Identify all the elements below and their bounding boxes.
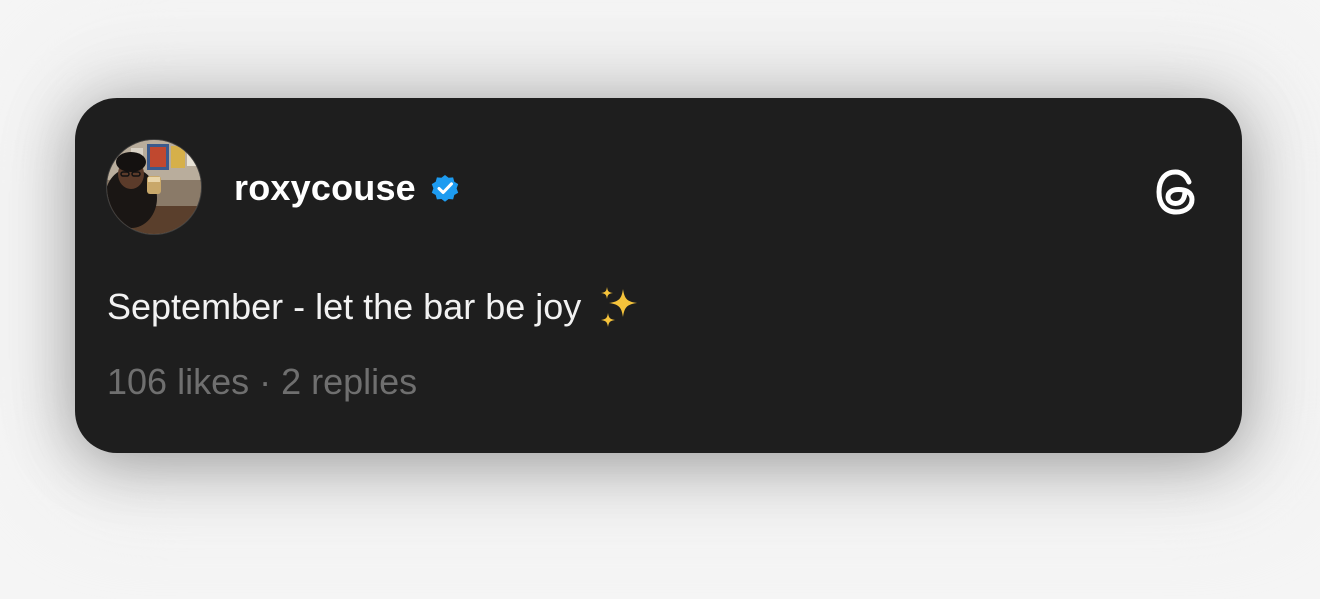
threads-logo-icon[interactable]: [1148, 163, 1206, 221]
embed-stage: roxycouse September - let the bar be joy: [0, 0, 1320, 599]
username-row: roxycouse: [234, 166, 461, 210]
post-text: September - let the bar be joy: [107, 283, 643, 331]
avatar[interactable]: [107, 140, 201, 234]
username[interactable]: roxycouse: [234, 167, 416, 209]
stats-separator: ·: [259, 361, 272, 402]
post-stats: 106 likes · 2 replies: [107, 360, 417, 404]
verified-badge-icon: [429, 172, 461, 204]
likes-count[interactable]: 106 likes: [107, 361, 249, 402]
post-body: September - let the bar be joy: [107, 286, 582, 327]
replies-count[interactable]: 2 replies: [281, 361, 417, 402]
threads-post-card[interactable]: roxycouse September - let the bar be joy: [75, 98, 1242, 453]
sparkles-icon: [595, 283, 643, 331]
